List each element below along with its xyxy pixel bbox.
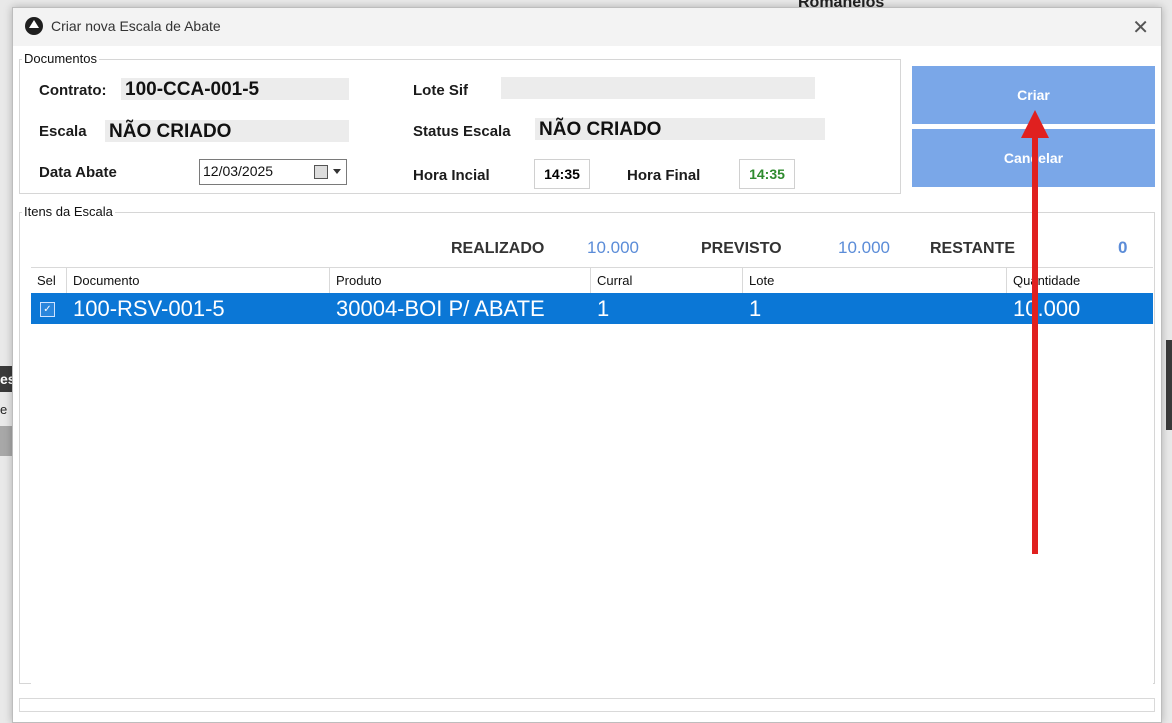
escala-label: Escala bbox=[39, 123, 87, 140]
status-bar bbox=[19, 698, 1155, 712]
status-escala-label: Status Escala bbox=[413, 123, 511, 140]
lote-sif-label: Lote Sif bbox=[413, 82, 468, 99]
dialog-title: Criar nova Escala de Abate bbox=[51, 18, 221, 34]
previsto-value: 10.000 bbox=[838, 238, 890, 257]
lote-sif-field bbox=[501, 77, 815, 99]
column-header-lote[interactable]: Lote bbox=[743, 268, 1007, 293]
hora-final-field[interactable]: 14:35 bbox=[739, 159, 795, 189]
title-bar[interactable]: Criar nova Escala de Abate ✕ bbox=[13, 8, 1161, 46]
annotation-arrow-head bbox=[1021, 110, 1049, 138]
row-select-checkbox[interactable]: ✓ bbox=[40, 302, 55, 317]
contrato-value: 100-CCA-001-5 bbox=[125, 79, 260, 100]
previsto-label: PREVISTO bbox=[701, 240, 782, 257]
annotation-arrow bbox=[1032, 130, 1038, 554]
curral-cell: 1 bbox=[597, 296, 610, 321]
background-panel bbox=[1166, 340, 1172, 430]
criar-escala-dialog: Criar nova Escala de Abate ✕ Documentos … bbox=[12, 7, 1162, 723]
hora-inicial-field[interactable]: 14:35 bbox=[534, 159, 590, 189]
background-panel bbox=[0, 426, 12, 456]
hora-final-label: Hora Final bbox=[627, 167, 701, 184]
column-header-quantidade[interactable]: Quantidade bbox=[1007, 268, 1153, 293]
contrato-label: Contrato: bbox=[39, 82, 107, 99]
documentos-group-label: Documentos bbox=[22, 51, 99, 66]
quantidade-cell: 10.000 bbox=[1013, 296, 1081, 321]
hora-inicial-label: Hora Incial bbox=[413, 167, 490, 184]
close-icon[interactable]: ✕ bbox=[1132, 15, 1149, 40]
app-logo-icon bbox=[25, 17, 43, 35]
grid-header: Sel Documento Produto Curral Lote Quanti… bbox=[31, 267, 1153, 294]
data-abate-value: 12/03/2025 bbox=[203, 163, 274, 179]
restante-label: RESTANTE bbox=[930, 240, 1016, 257]
background-text: e bbox=[0, 402, 8, 417]
table-row[interactable]: ✓ 100-RSV-001-5 30004-BOI P/ ABATE 1 1 1… bbox=[31, 293, 1153, 324]
column-header-produto[interactable]: Produto bbox=[330, 268, 591, 293]
escala-value: NÃO CRIADO bbox=[109, 121, 232, 142]
chevron-down-icon[interactable] bbox=[333, 169, 341, 174]
data-abate-label: Data Abate bbox=[39, 164, 117, 181]
status-escala-value: NÃO CRIADO bbox=[539, 119, 662, 140]
column-header-documento[interactable]: Documento bbox=[67, 268, 330, 293]
itens-escala-group-label: Itens da Escala bbox=[22, 204, 115, 219]
column-header-sel[interactable]: Sel bbox=[31, 268, 67, 293]
lote-cell: 1 bbox=[749, 296, 762, 321]
restante-value: 0 bbox=[1118, 238, 1128, 257]
realizado-label: REALIZADO bbox=[451, 240, 545, 257]
column-header-curral[interactable]: Curral bbox=[591, 268, 743, 293]
produto-cell: 30004-BOI P/ ABATE bbox=[336, 296, 545, 321]
data-abate-picker[interactable]: 12/03/2025 bbox=[199, 159, 347, 185]
realizado-value: 10.000 bbox=[587, 238, 639, 257]
documento-cell: 100-RSV-001-5 bbox=[73, 296, 225, 321]
calendar-icon[interactable] bbox=[314, 165, 328, 179]
itens-grid: Sel Documento Produto Curral Lote Quanti… bbox=[31, 267, 1153, 687]
